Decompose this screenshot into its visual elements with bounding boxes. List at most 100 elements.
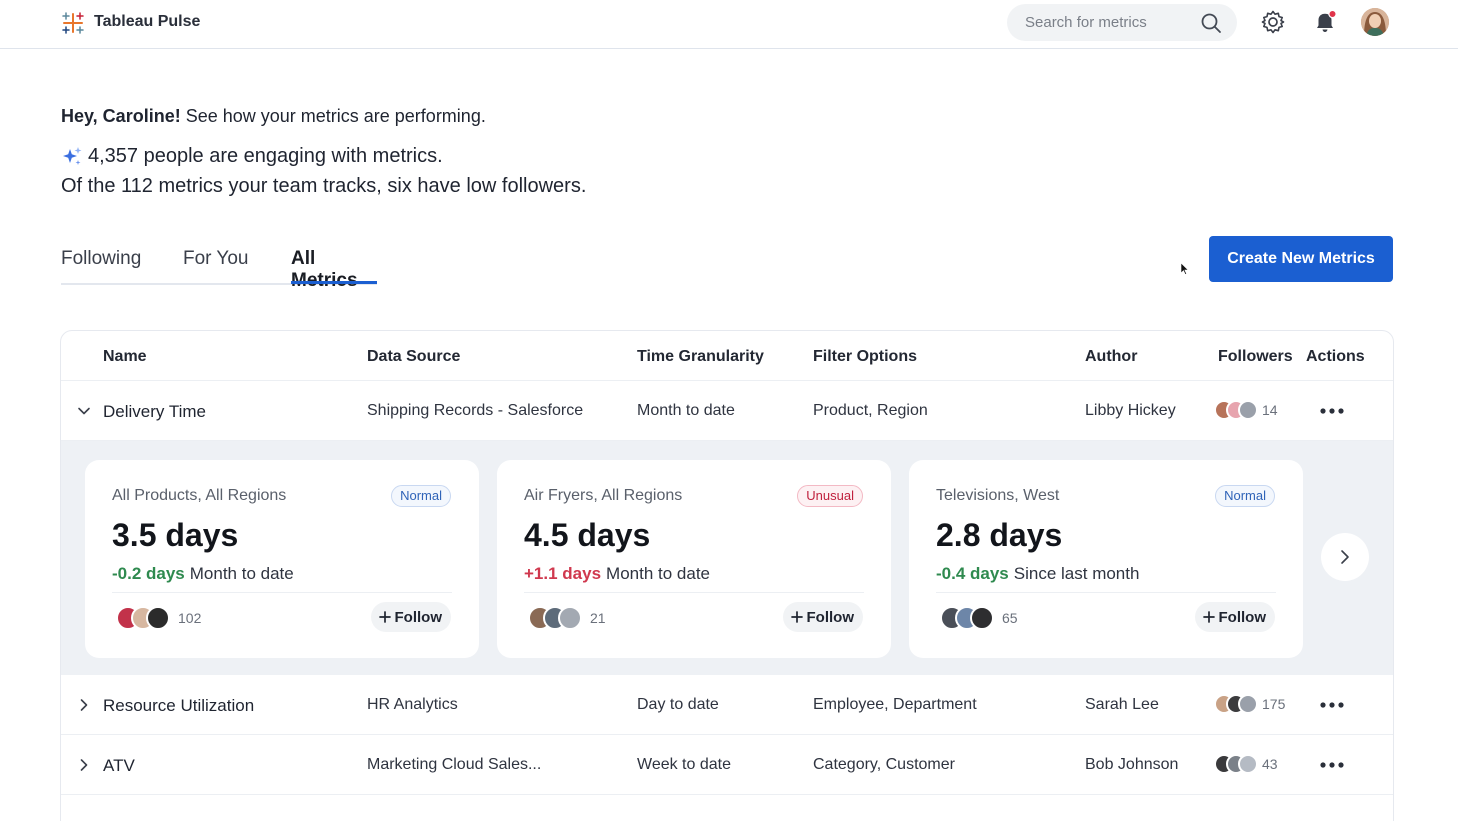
tab-bar: Following For You All Metrics (61, 246, 377, 291)
next-cards-button[interactable] (1321, 533, 1369, 581)
column-header-time-granularity[interactable]: Time Granularity (637, 348, 764, 366)
search-input[interactable] (1025, 4, 1195, 41)
follow-label: Follow (394, 608, 443, 626)
follower-count: 14 (1262, 402, 1278, 418)
more-icon[interactable] (1319, 701, 1345, 709)
table-row[interactable]: Delivery Time Shipping Records - Salesfo… (61, 381, 1393, 441)
metrics-table: Name Data Source Time Granularity Filter… (60, 330, 1394, 821)
data-source: Marketing Cloud Sales... (367, 756, 542, 773)
plus-icon (378, 611, 391, 623)
greeting-name: Hey, Caroline! (61, 106, 181, 126)
more-icon[interactable] (1319, 761, 1345, 769)
author: Bob Johnson (1085, 756, 1179, 773)
search-box[interactable] (1007, 4, 1237, 41)
followers[interactable]: 14 (1214, 400, 1278, 420)
time-granularity: Day to date (637, 696, 719, 713)
data-source: Shipping Records - Salesforce (367, 402, 584, 419)
column-header-actions: Actions (1306, 348, 1365, 365)
card-delta: -0.4 days (936, 564, 1009, 583)
card-value: 4.5 days (524, 517, 651, 553)
status-badge: Unusual (797, 485, 863, 507)
data-source: HR Analytics (367, 696, 458, 713)
follower-avatar (1238, 400, 1258, 420)
follower-avatar (146, 606, 170, 630)
app-title: Tableau Pulse (94, 13, 201, 30)
follow-button[interactable]: Follow (370, 602, 451, 632)
plus-icon (790, 611, 803, 623)
column-header-data-source[interactable]: Data Source (367, 348, 460, 366)
column-header-followers[interactable]: Followers (1218, 348, 1293, 366)
metric-card[interactable]: Televisions, West Normal 2.8 days -0.4 d… (909, 460, 1303, 658)
follower-count: 43 (1262, 756, 1278, 772)
plus-icon (1202, 611, 1215, 623)
top-bar: Tableau Pulse (0, 0, 1458, 49)
follow-button[interactable]: Follow (782, 602, 863, 632)
sparkle-icon (63, 146, 82, 165)
greeting-text: See how your metrics are performing. (180, 106, 486, 126)
card-change: +1.1 days Month to date (524, 564, 710, 584)
chevron-right-icon[interactable] (77, 698, 91, 712)
tableau-logo-icon[interactable] (61, 11, 85, 35)
followers[interactable]: 175 (1214, 694, 1285, 714)
tab-for-you[interactable]: For You (183, 248, 249, 270)
divider (524, 592, 864, 593)
card-followers[interactable]: 21 (528, 606, 606, 630)
follower-count: 65 (1002, 610, 1018, 626)
follower-count: 102 (178, 610, 202, 626)
card-title: All Products, All Regions (112, 487, 287, 504)
table-row[interactable]: ATV Marketing Cloud Sales... Week to dat… (61, 735, 1393, 795)
gear-icon[interactable] (1260, 9, 1286, 35)
status-badge: Normal (391, 485, 451, 507)
card-delta: +1.1 days (524, 564, 602, 583)
card-change: -0.2 days Month to date (112, 564, 294, 584)
card-period: Since last month (1013, 564, 1140, 583)
expanded-metric-panel: All Products, All Regions Normal 3.5 day… (61, 441, 1393, 675)
card-value: 3.5 days (112, 517, 239, 553)
table-header: Name Data Source Time Granularity Filter… (61, 331, 1393, 381)
metric-name[interactable]: Delivery Time (103, 402, 206, 422)
chevron-down-icon[interactable] (77, 404, 91, 418)
mouse-cursor-icon (1181, 263, 1189, 275)
follow-button[interactable]: Follow (1194, 602, 1275, 632)
follower-avatar (970, 606, 994, 630)
follower-count: 21 (590, 610, 606, 626)
metric-card[interactable]: All Products, All Regions Normal 3.5 day… (85, 460, 479, 658)
divider (936, 592, 1276, 593)
chevron-right-icon[interactable] (77, 758, 91, 772)
chevron-right-icon (1341, 550, 1349, 564)
card-followers[interactable]: 65 (940, 606, 1018, 630)
followers[interactable]: 43 (1214, 754, 1278, 774)
time-granularity: Week to date (637, 756, 731, 773)
filter-options: Employee, Department (813, 696, 977, 713)
card-title: Televisions, West (936, 487, 1060, 504)
divider (112, 592, 452, 593)
create-new-metrics-button[interactable]: Create New Metrics (1209, 236, 1393, 282)
follower-avatar (1238, 754, 1258, 774)
metric-name[interactable]: Resource Utilization (103, 696, 254, 716)
column-header-author[interactable]: Author (1085, 348, 1137, 366)
filter-options: Product, Region (813, 402, 928, 419)
metric-card[interactable]: Air Fryers, All Regions Unusual 4.5 days… (497, 460, 891, 658)
column-header-name[interactable]: Name (103, 348, 147, 366)
metric-name[interactable]: ATV (103, 756, 135, 776)
card-period: Month to date (189, 564, 294, 583)
tab-following[interactable]: Following (61, 248, 141, 270)
author: Sarah Lee (1085, 696, 1159, 713)
user-avatar[interactable] (1361, 8, 1389, 36)
card-followers[interactable]: 102 (116, 606, 201, 630)
column-header-filter-options[interactable]: Filter Options (813, 348, 917, 366)
tab-all-metrics[interactable]: All Metrics (291, 248, 377, 292)
card-period: Month to date (606, 564, 710, 583)
insight-text-1: 4,357 people are engaging with metrics. (88, 145, 443, 167)
author: Libby Hickey (1085, 402, 1176, 419)
follower-count: 175 (1262, 696, 1286, 712)
follower-avatar (558, 606, 582, 630)
more-icon[interactable] (1319, 407, 1345, 415)
filter-options: Category, Customer (813, 756, 955, 773)
insight-line: 4,357 people are engaging with metrics. (61, 145, 443, 168)
follow-label: Follow (806, 608, 855, 626)
greeting: Hey, Caroline! See how your metrics are … (61, 106, 486, 127)
table-row[interactable]: Resource Utilization HR Analytics Day to… (61, 675, 1393, 735)
bell-icon[interactable] (1312, 9, 1338, 35)
search-icon[interactable] (1200, 12, 1222, 34)
